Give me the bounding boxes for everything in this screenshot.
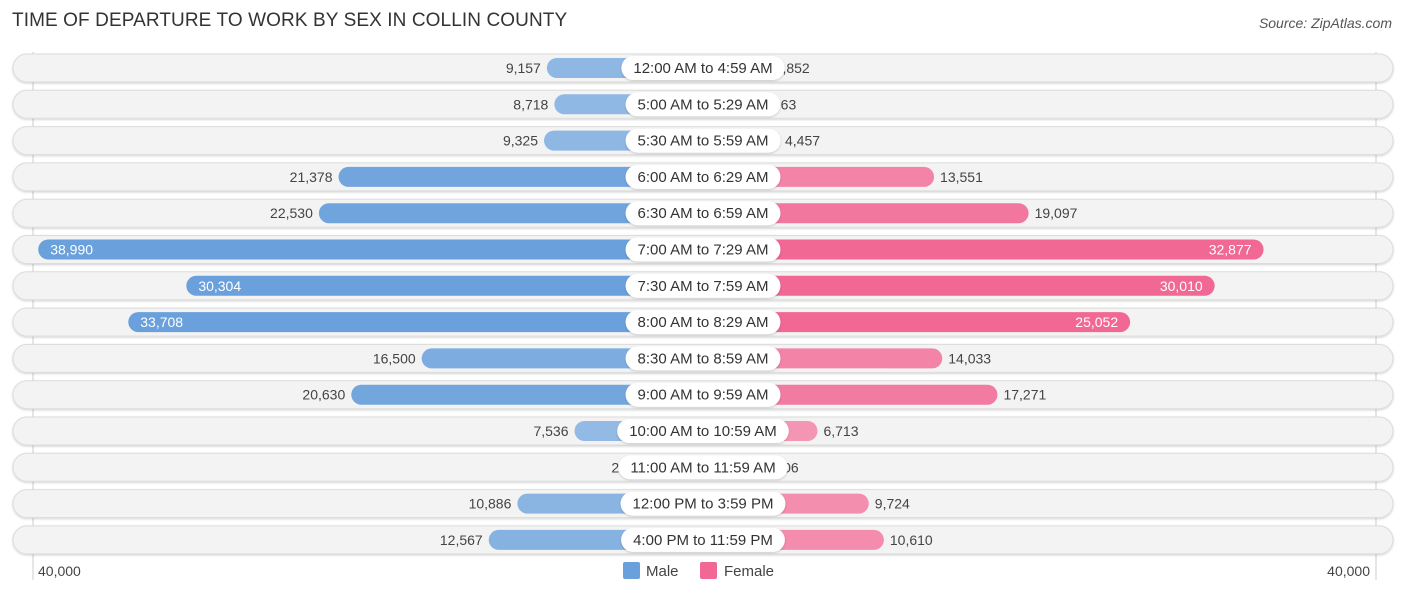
value-label-male: 9,325 [503,133,538,149]
value-label-female: 13,551 [940,169,983,185]
value-label-female: 19,097 [1035,205,1078,221]
legend-swatch-female [700,562,717,579]
category-label: 5:30 AM to 5:59 AM [638,133,769,150]
value-label-male: 7,536 [533,423,568,439]
legend-swatch-male [623,562,640,579]
value-label-male: 9,157 [506,60,541,76]
chart-row: 9,325 4,457 5:30 AM to 5:59 AM [12,126,1394,156]
value-label-male: 30,304 [198,278,241,294]
bar-male [128,312,704,333]
value-label-female: 4,457 [785,133,820,149]
category-label: 8:00 AM to 8:29 AM [638,314,769,331]
bar-female [703,239,1264,260]
chart-row: 38,990 32,877 7:00 AM to 7:29 AM [12,235,1394,264]
chart-row: 2,9673,20611:00 AM to 11:59 AM [12,452,1394,482]
bar-male [38,239,703,260]
axis-label-left: 40,000 [38,563,81,579]
value-label-female: 25,052 [1075,314,1118,330]
value-label-male: 12,567 [440,532,483,548]
legend-label-female: Female [724,563,774,580]
value-label-male: 33,708 [140,314,183,330]
value-label-female: 17,271 [1003,387,1046,403]
value-label-male: 16,500 [373,350,416,366]
value-label-female: 10,610 [890,532,933,548]
chart-row: 9,157 3,85212:00 AM to 4:59 AM [12,53,1394,83]
value-label-male: 20,630 [302,387,345,403]
category-label: 11:00 AM to 11:59 AM [630,459,775,476]
chart: 9,1573,85212:00 AM to 4:59 AM 8,7183,0635… [12,52,1394,580]
value-label-male: 8,718 [513,96,548,112]
value-label-male: 10,886 [469,496,512,512]
category-label: 12:00 PM to 3:59 PM [633,496,774,513]
value-label-female: 14,033 [948,350,991,366]
category-label: 4:00 PM to 11:59 PM [633,532,773,549]
value-label-female: 9,724 [875,496,910,512]
chart-row: 20,630 17,271 9:00 AM to 9:59 AM [12,380,1394,410]
legend-label-male: Male [646,563,679,580]
category-label: 6:30 AM to 6:59 AM [638,205,769,222]
chart-row: 21,378 13,551 6:00 AM to 6:29 AM [12,162,1394,192]
chart-row: 30,304 30,010 7:30 AM to 7:59 AM [12,271,1394,301]
chart-row: 10,886 9,724 12:00 PM to 3:59 PM [12,489,1394,519]
category-label: 5:00 AM to 5:29 AM [638,96,769,113]
value-label-male: 22,530 [270,205,313,221]
category-label: 10:00 AM to 10:59 AM [629,423,777,440]
chart-row: 16,500 14,033 8:30 AM to 8:59 AM [12,343,1394,373]
chart-row: 8,7183,0635:00 AM to 5:29 AM [12,89,1394,119]
value-label-female: 6,713 [823,423,858,439]
category-label: 7:30 AM to 7:59 AM [638,278,769,295]
value-label-female: 32,877 [1209,242,1252,258]
value-label-female: 30,010 [1160,278,1203,294]
chart-row: 7,536 6,713 10:00 AM to 10:59 AM [12,416,1394,446]
category-label: 9:00 AM to 9:59 AM [638,387,769,404]
bar-male [186,275,704,296]
category-label: 6:00 AM to 6:29 AM [638,169,769,186]
category-label: 12:00 AM to 4:59 AM [633,60,772,77]
chart-row: 33,708 25,052 8:00 AM to 8:29 AM [12,307,1394,337]
chart-row: 22,530 19,097 6:30 AM to 6:59 AM [12,198,1394,228]
legend: Male Female [623,562,774,580]
axis-label-right: 40,000 [1327,563,1370,579]
chart-row: 12,567 10,610 4:00 PM to 11:59 PM [12,525,1394,555]
value-label-male: 38,990 [50,242,93,258]
category-label: 8:30 AM to 8:59 AM [638,350,769,367]
value-label-male: 21,378 [290,169,333,185]
category-label: 7:00 AM to 7:29 AM [638,242,769,259]
